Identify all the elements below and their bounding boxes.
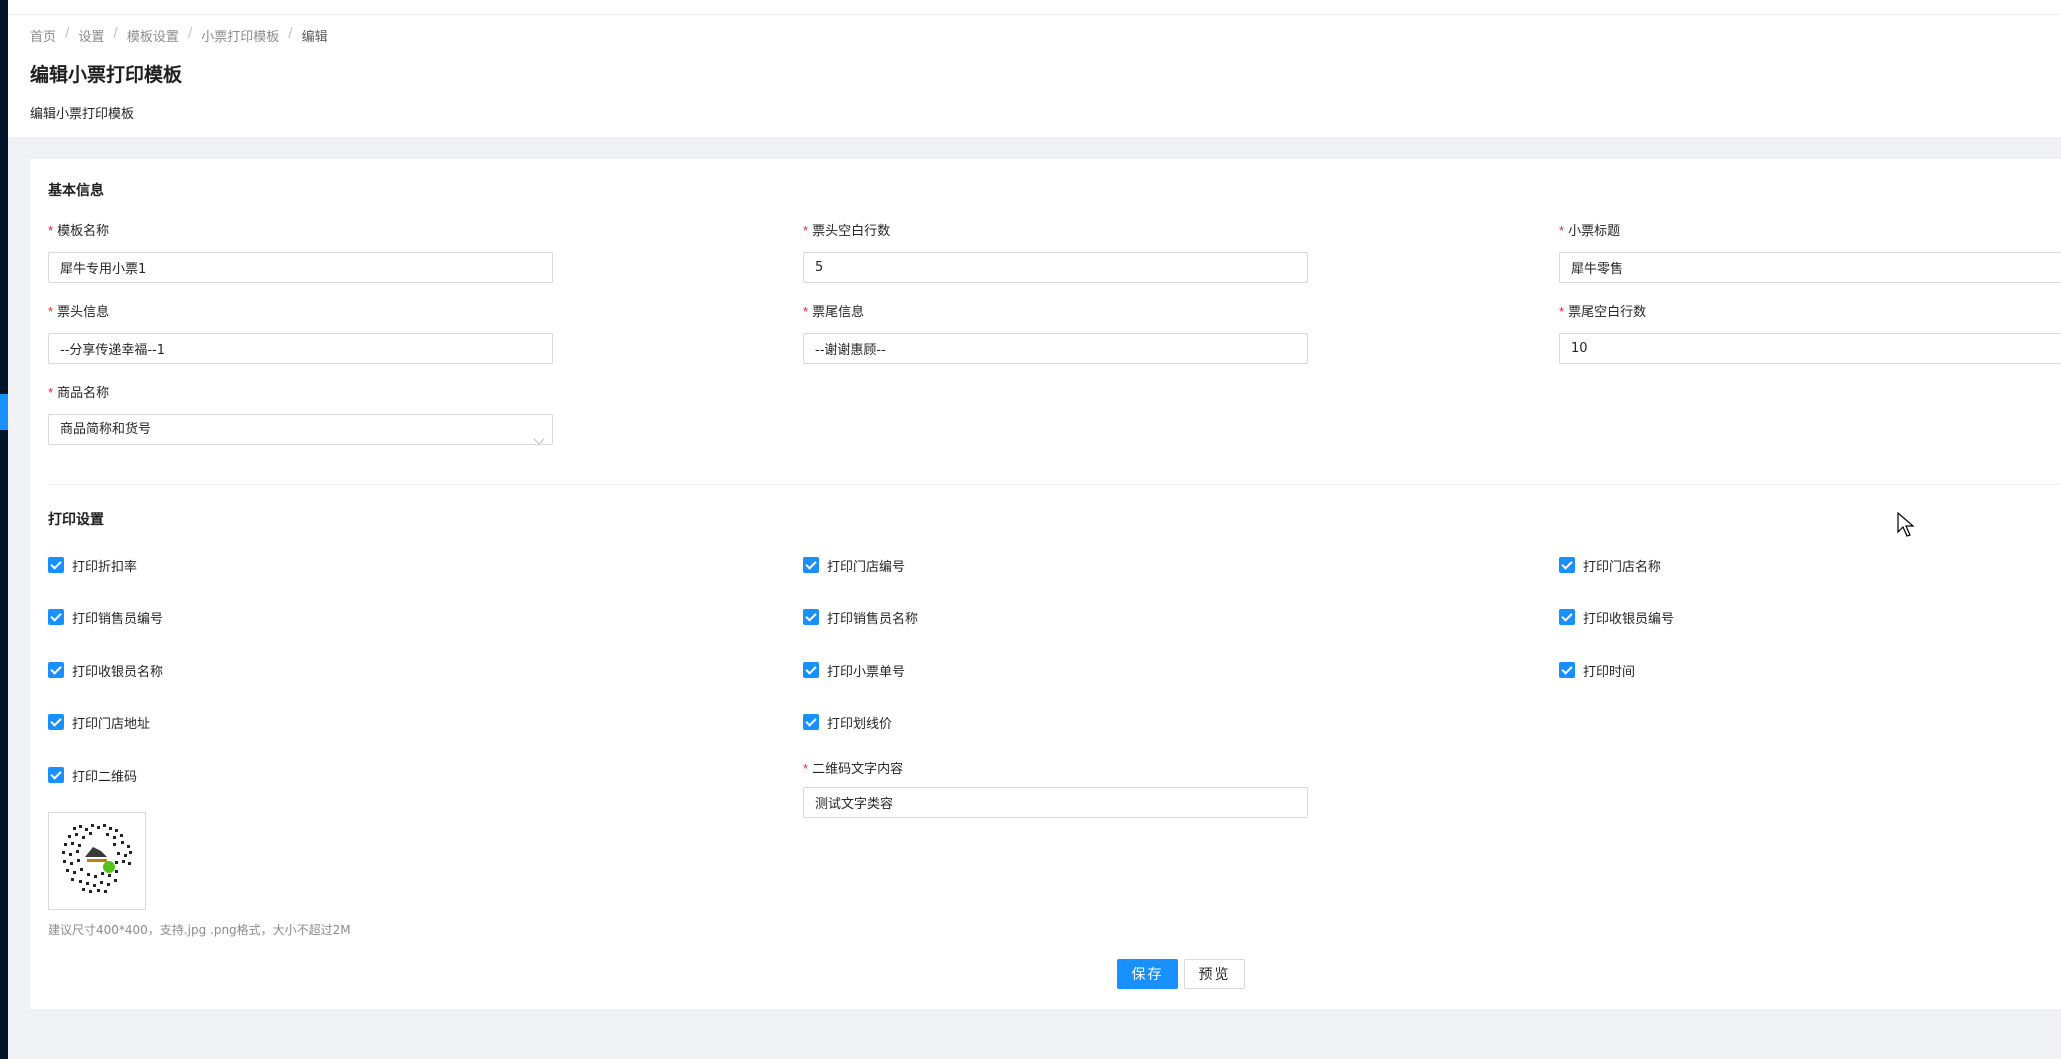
checkbox-checked-icon[interactable]: [48, 767, 64, 783]
checkbox-checked-icon[interactable]: [1559, 662, 1575, 678]
checkbox-label: 打印门店地址: [72, 716, 151, 732]
page-subtitle: 编辑小票打印模板: [30, 107, 135, 122]
field-label: 模板名称: [57, 224, 110, 239]
field-footer-blank-rows: * 票尾空白行数: [1559, 303, 2061, 364]
checkbox-label: 打印小票单号: [827, 664, 906, 680]
checkbox-label: 打印折扣率: [72, 559, 138, 575]
qr-text-input[interactable]: [803, 787, 1308, 818]
breadcrumb-separator: /: [113, 26, 118, 41]
footer-info-input[interactable]: [803, 333, 1308, 364]
field-footer-info: * 票尾信息: [803, 303, 1308, 364]
checkbox-checked-icon[interactable]: [1559, 557, 1575, 573]
mouse-cursor-icon: [1897, 512, 1915, 537]
required-mark: *: [803, 761, 809, 776]
breadcrumb-separator: /: [65, 26, 70, 41]
checkbox-print-cashier-name[interactable]: 打印收银员名称: [48, 660, 163, 680]
checkbox-print-store-address[interactable]: 打印门店地址: [48, 712, 150, 732]
qr-code-image: [60, 820, 134, 894]
page-title: 编辑小票打印模板: [30, 64, 183, 86]
checkbox-label: 打印二维码: [72, 769, 138, 785]
field-qr-text: * 二维码文字内容: [803, 760, 1308, 818]
checkbox-print-qr-code[interactable]: 打印二维码: [48, 765, 137, 785]
footer-blank-rows-input[interactable]: [1559, 333, 2061, 364]
checkbox-print-receipt-no[interactable]: 打印小票单号: [803, 660, 905, 680]
section-title-basic-info: 基本信息: [48, 183, 104, 199]
checkbox-print-cashier-code[interactable]: 打印收银员编号: [1559, 607, 1674, 627]
required-mark: *: [1559, 304, 1565, 319]
checkbox-checked-icon[interactable]: [48, 557, 64, 573]
field-header-blank-rows: * 票头空白行数: [803, 222, 1308, 283]
required-mark: *: [1559, 223, 1565, 238]
breadcrumb-receipt-template[interactable]: 小票打印模板: [201, 26, 279, 45]
checkbox-print-store-code[interactable]: 打印门店编号: [803, 555, 905, 575]
checkbox-print-discount[interactable]: 打印折扣率: [48, 555, 137, 575]
field-product-name: * 商品名称 商品简称和货号: [48, 384, 553, 445]
checkbox-label: 打印收银员编号: [1583, 611, 1675, 627]
required-mark: *: [48, 304, 54, 319]
field-label: 二维码文字内容: [812, 762, 904, 777]
breadcrumb-home[interactable]: 首页: [30, 26, 56, 45]
checkbox-label: 打印划线价: [827, 716, 893, 732]
checkbox-checked-icon[interactable]: [803, 662, 819, 678]
breadcrumb-current: 编辑: [301, 30, 328, 45]
section-title-print-settings: 打印设置: [48, 512, 104, 528]
sidebar-collapsed: [0, 0, 8, 1059]
required-mark: *: [48, 223, 54, 238]
header-divider: [8, 14, 2061, 15]
checkbox-label: 打印时间: [1583, 664, 1636, 680]
receipt-title-input[interactable]: [1559, 252, 2061, 283]
breadcrumb-template-settings[interactable]: 模板设置: [127, 26, 179, 45]
field-header-info: * 票头信息: [48, 303, 553, 364]
field-label: 票尾信息: [812, 305, 865, 320]
breadcrumb-settings[interactable]: 设置: [78, 26, 104, 45]
checkbox-checked-icon[interactable]: [803, 609, 819, 625]
template-name-input[interactable]: [48, 252, 553, 283]
required-mark: *: [803, 223, 809, 238]
checkbox-checked-icon[interactable]: [803, 557, 819, 573]
checkbox-checked-icon[interactable]: [803, 714, 819, 730]
checkbox-label: 打印收银员名称: [72, 664, 164, 680]
product-name-select-value[interactable]: 商品简称和货号: [48, 414, 553, 445]
field-label: 票头信息: [57, 305, 110, 320]
field-label: 小票标题: [1568, 224, 1621, 239]
sidebar-active-indicator[interactable]: [0, 394, 8, 430]
checkbox-print-time[interactable]: 打印时间: [1559, 660, 1635, 680]
field-template-name: * 模板名称: [48, 222, 553, 283]
checkbox-print-strikethrough-price[interactable]: 打印划线价: [803, 712, 892, 732]
checkbox-print-salesperson-name[interactable]: 打印销售员名称: [803, 607, 918, 627]
save-button[interactable]: 保存: [1117, 959, 1178, 989]
checkbox-label: 打印销售员编号: [72, 611, 164, 627]
checkbox-print-store-name[interactable]: 打印门店名称: [1559, 555, 1661, 575]
page-header: [8, 0, 2061, 137]
header-info-input[interactable]: [48, 333, 553, 364]
checkbox-checked-icon[interactable]: [48, 714, 64, 730]
checkbox-checked-icon[interactable]: [48, 609, 64, 625]
field-label: 商品名称: [57, 386, 110, 401]
form-card: 基本信息 *模板名称 *票头空白行数 *小票标题 *票头信息 *票尾信息 *票尾…: [30, 159, 2061, 1009]
field-label: 票头空白行数: [812, 224, 891, 239]
product-name-select[interactable]: 商品简称和货号: [48, 414, 553, 445]
header-blank-rows-input[interactable]: [803, 252, 1308, 283]
checkbox-print-salesperson-code[interactable]: 打印销售员编号: [48, 607, 163, 627]
breadcrumb-separator: /: [187, 26, 193, 41]
qr-code-upload-preview[interactable]: [48, 812, 146, 910]
checkbox-checked-icon[interactable]: [1559, 609, 1575, 625]
preview-button[interactable]: 预览: [1184, 959, 1245, 989]
section-divider: [48, 484, 2061, 485]
breadcrumb-separator: /: [288, 26, 293, 41]
field-label: 票尾空白行数: [1568, 305, 1647, 320]
field-receipt-title: * 小票标题: [1559, 222, 2061, 283]
required-mark: *: [803, 304, 809, 319]
breadcrumb: 首页 / 设置 / 模板设置 / 小票打印模板 / 编辑: [30, 26, 328, 45]
checkbox-checked-icon[interactable]: [48, 662, 64, 678]
checkbox-label: 打印销售员名称: [827, 611, 919, 627]
required-mark: *: [48, 385, 54, 400]
checkbox-label: 打印门店编号: [827, 559, 906, 575]
upload-hint: 建议尺寸400*400，支持.jpg .png格式，大小不超过2M: [48, 923, 351, 937]
checkbox-label: 打印门店名称: [1583, 559, 1662, 575]
